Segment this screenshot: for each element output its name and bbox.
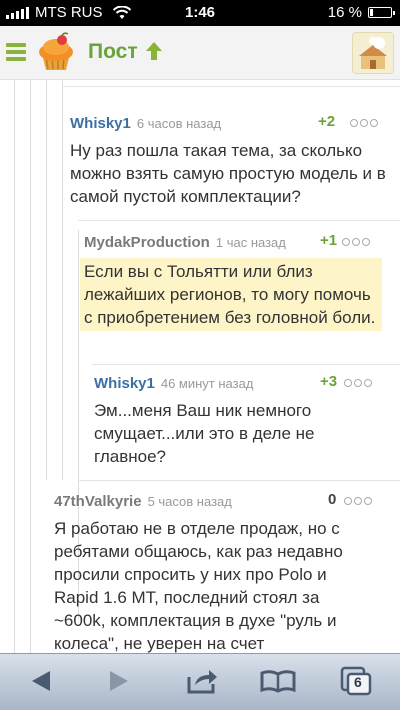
comment-author[interactable]: 47thValkyrie — [54, 493, 142, 510]
comment-time: 5 часов назад — [147, 493, 232, 509]
comment: MydakProduction 1 час назад +1 Если вы с… — [80, 232, 382, 331]
comment: Whisky1 46 минут назад +3 Эм...меня Ваш … — [94, 373, 376, 468]
comment-time: 6 часов назад — [136, 115, 222, 131]
browser-toolbar: 6 — [0, 653, 400, 710]
comment-time: 46 минут назад — [160, 375, 254, 391]
comment-text: Эм...меня Ваш ник немного смущает...или … — [94, 401, 315, 466]
forward-button[interactable] — [104, 666, 134, 696]
more-options-icon[interactable] — [342, 238, 370, 246]
comment-author[interactable]: Whisky1 — [94, 375, 155, 392]
back-arrow-icon — [32, 671, 50, 691]
status-bar: MTS RUS 1:46 16 % — [0, 0, 400, 26]
comment-time: 1 час назад — [215, 234, 286, 250]
forward-arrow-icon — [110, 671, 128, 691]
more-options-icon[interactable] — [344, 497, 372, 505]
tabs-button[interactable]: 6 — [340, 666, 374, 696]
comment-rating: +3 — [320, 373, 338, 390]
comment-rating: 0 — [328, 491, 337, 508]
arrow-up-icon[interactable] — [145, 40, 163, 62]
battery-percent: 16 % — [327, 4, 362, 21]
cupcake-logo-icon[interactable] — [34, 32, 78, 74]
comment-author[interactable]: Whisky1 — [70, 115, 131, 132]
comment-rating: +1 — [320, 232, 338, 249]
more-options-icon[interactable] — [350, 119, 378, 127]
back-button[interactable] — [26, 666, 56, 696]
comment-text: Если вы с Тольятти или близ лежайших рег… — [80, 258, 382, 331]
comment-text: Ну раз пошла такая тема, за сколько можн… — [70, 141, 386, 206]
comment-author[interactable]: MydakProduction — [84, 234, 210, 251]
comment: 47thValkyrie 5 часов назад 0 Я работаю н… — [54, 491, 384, 653]
tabs-count: 6 — [354, 674, 362, 690]
more-options-icon[interactable] — [344, 379, 372, 387]
page-title: Пост — [88, 40, 138, 63]
book-icon — [260, 670, 296, 693]
battery-icon — [368, 7, 395, 18]
comment: Whisky1 6 часов назад +2 Ну раз пошла та… — [70, 113, 392, 208]
comment-rating: +2 — [318, 113, 336, 130]
share-icon — [187, 670, 217, 694]
app-header: Пост — [0, 26, 400, 80]
menu-icon[interactable] — [6, 43, 26, 61]
share-button[interactable] — [184, 666, 220, 696]
comments-thread[interactable]: Whisky1 6 часов назад +2 Ну раз пошла та… — [0, 80, 400, 653]
user-avatar[interactable] — [352, 32, 394, 74]
bookmarks-button[interactable] — [258, 666, 298, 696]
comment-text: Я работаю не в отделе продаж, но с ребят… — [54, 519, 343, 653]
